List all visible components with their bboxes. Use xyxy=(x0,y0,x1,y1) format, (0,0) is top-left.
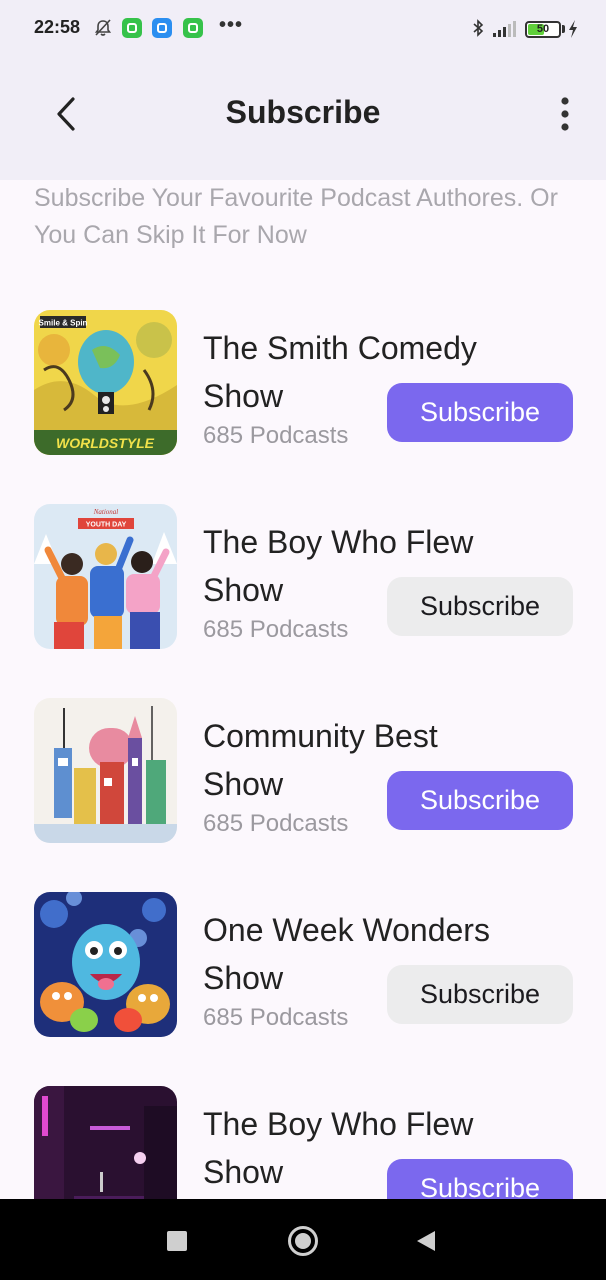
page-title: Subscribe xyxy=(225,94,381,130)
podcast-count: 685 Podcasts xyxy=(203,616,349,643)
status-time: 22:58 xyxy=(34,17,81,37)
artwork-logo-text: Smile & Spin xyxy=(39,319,88,328)
podcast-count: 685 Podcasts xyxy=(203,1004,349,1031)
subscribe-button[interactable]: Subscribe xyxy=(387,965,573,1024)
screen: 22:58 ••• 50 Subscribe Subscribe Your Fa… xyxy=(0,0,606,1280)
monsters-artwork xyxy=(34,892,177,1037)
app-bar: Subscribe xyxy=(0,58,606,180)
subscribe-button[interactable]: Subscribe xyxy=(387,383,573,442)
podcast-thumbnail: National YOUTH DAY xyxy=(34,504,177,649)
podcast-list-item[interactable]: Smile & Spin WORLDSTYLE The Smith Comedy… xyxy=(0,310,606,470)
back-nav-button[interactable] xyxy=(406,1221,446,1261)
podcast-list-item[interactable]: Community Best Show 685 Podcasts Subscri… xyxy=(0,698,606,858)
status-bar: 22:58 ••• 50 xyxy=(0,0,606,58)
more-vert-icon xyxy=(561,97,569,131)
more-notifications-icon: ••• xyxy=(219,14,244,36)
signal-icon xyxy=(493,21,516,37)
community-artwork xyxy=(34,698,177,843)
app-notification-icon xyxy=(152,18,172,38)
home-button[interactable] xyxy=(283,1221,323,1261)
podcast-count: 685 Podcasts xyxy=(203,810,349,837)
system-nav-bar xyxy=(0,1199,606,1280)
podcast-thumbnail xyxy=(34,892,177,1037)
more-options-button[interactable] xyxy=(545,92,585,136)
subscribe-button[interactable]: Subscribe xyxy=(387,771,573,830)
home-circle-icon xyxy=(288,1226,318,1256)
artwork-label: WORLDSTYLE xyxy=(56,435,155,451)
podcast-thumbnail xyxy=(34,698,177,843)
podcast-list-item[interactable]: One Week Wonders Show 685 Podcasts Subsc… xyxy=(0,892,606,1052)
bluetooth-icon xyxy=(473,19,484,37)
app-notification-icon xyxy=(122,18,142,38)
podcast-list-item[interactable]: National YOUTH DAY The Boy Who Flew Show… xyxy=(0,504,606,664)
battery-level: 50 xyxy=(536,23,550,35)
subscribe-button[interactable]: Subscribe xyxy=(387,577,573,636)
back-triangle-icon xyxy=(417,1231,435,1251)
app-notification-icon xyxy=(183,18,203,38)
podcast-thumbnail: Smile & Spin WORLDSTYLE xyxy=(34,310,177,455)
subtitle: Subscribe Your Favourite Podcast Authore… xyxy=(34,184,558,249)
recents-square-icon xyxy=(167,1231,187,1251)
podcast-count: 685 Podcasts xyxy=(203,422,349,449)
youth-day-artwork: National YOUTH DAY xyxy=(34,504,177,649)
worldstyle-artwork: Smile & Spin WORLDSTYLE xyxy=(34,310,177,455)
charging-icon xyxy=(569,20,577,38)
recents-button[interactable] xyxy=(157,1221,197,1261)
battery-icon: 50 xyxy=(525,21,561,38)
notifications-off-icon xyxy=(94,19,112,36)
artwork-banner-text: YOUTH DAY xyxy=(86,522,127,529)
artwork-top-text: National xyxy=(93,508,119,516)
